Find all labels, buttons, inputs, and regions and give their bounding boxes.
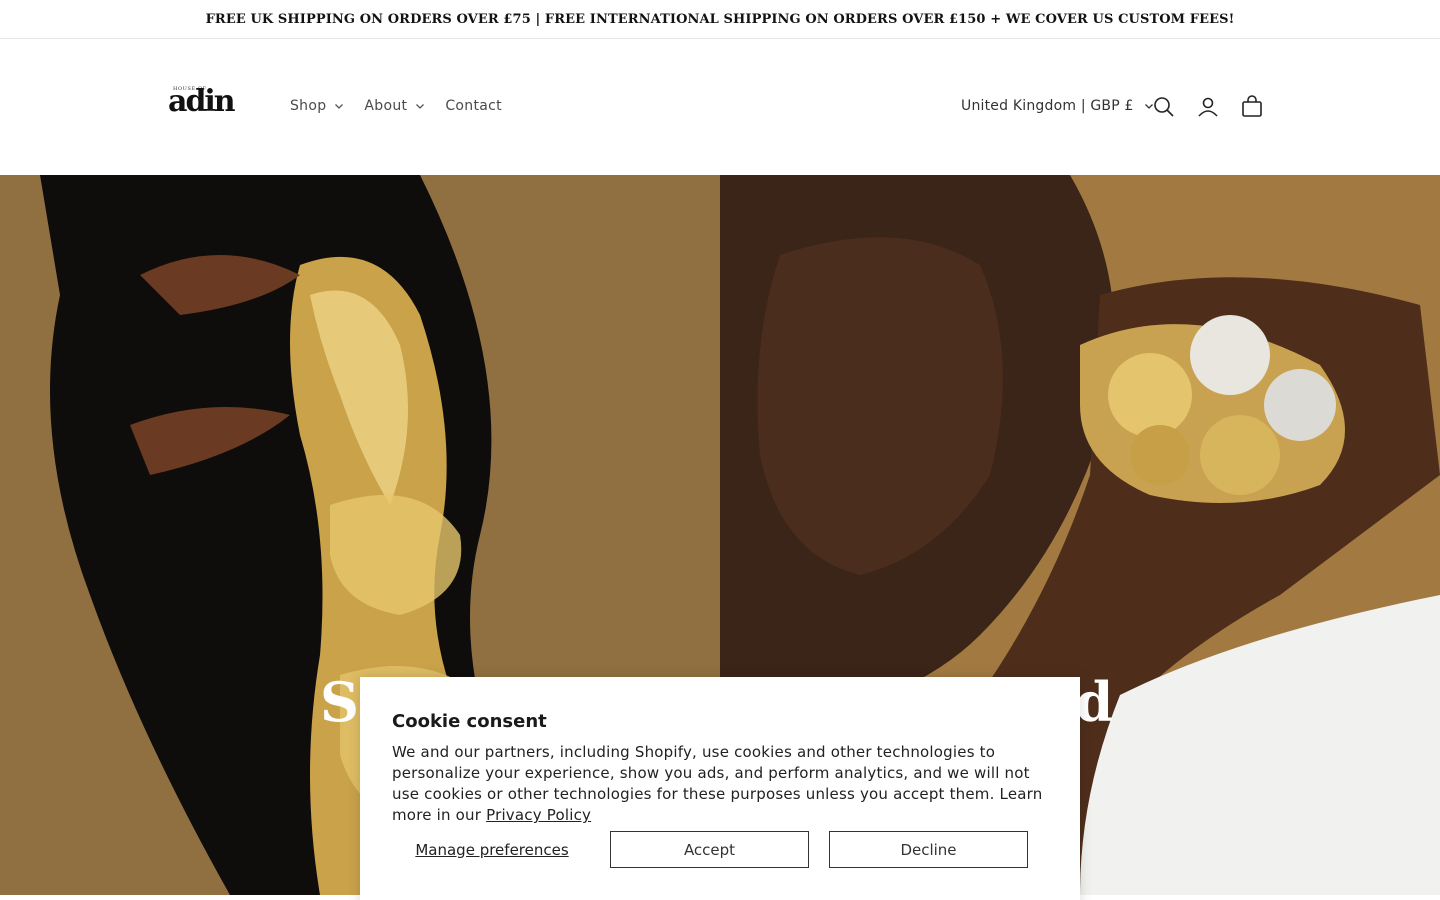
cart-icon[interactable] (1239, 94, 1265, 120)
decline-button[interactable]: Decline (829, 831, 1028, 868)
site-logo[interactable]: HOUSE OF adin (168, 86, 252, 120)
announcement-bar: FREE UK SHIPPING ON ORDERS OVER £75 | FR… (0, 0, 1440, 39)
nav-item-label: Shop (290, 98, 327, 114)
account-icon[interactable] (1195, 94, 1221, 120)
manage-preferences-button[interactable]: Manage preferences (392, 831, 592, 868)
site-header: HOUSE OF adin Shop About Contact United … (0, 39, 1440, 175)
search-icon[interactable] (1151, 94, 1177, 120)
cookie-consent-dialog: Cookie consent We and our partners, incl… (360, 677, 1080, 900)
chevron-down-icon (335, 104, 344, 109)
cookie-actions: Manage preferences Accept Decline (392, 831, 1048, 868)
cookie-title: Cookie consent (392, 711, 547, 732)
nav-item-shop[interactable]: Shop (280, 94, 354, 118)
privacy-policy-link[interactable]: Privacy Policy (486, 806, 591, 824)
nav-item-label: About (364, 98, 408, 114)
announcement-text: FREE UK SHIPPING ON ORDERS OVER £75 | FR… (205, 11, 1235, 27)
cookie-body: We and our partners, including Shopify, … (392, 742, 1048, 826)
nav-item-contact[interactable]: Contact (435, 94, 512, 118)
nav-item-label: Contact (445, 98, 502, 114)
chevron-down-icon (416, 104, 425, 109)
country-currency-selector[interactable]: United Kingdom | GBP £ (961, 94, 1154, 118)
accept-button[interactable]: Accept (610, 831, 809, 868)
country-label: United Kingdom | GBP £ (961, 98, 1134, 114)
main-nav: Shop About Contact (280, 94, 512, 118)
logo-wordmark: adin (168, 84, 236, 119)
nav-item-about[interactable]: About (354, 94, 435, 118)
